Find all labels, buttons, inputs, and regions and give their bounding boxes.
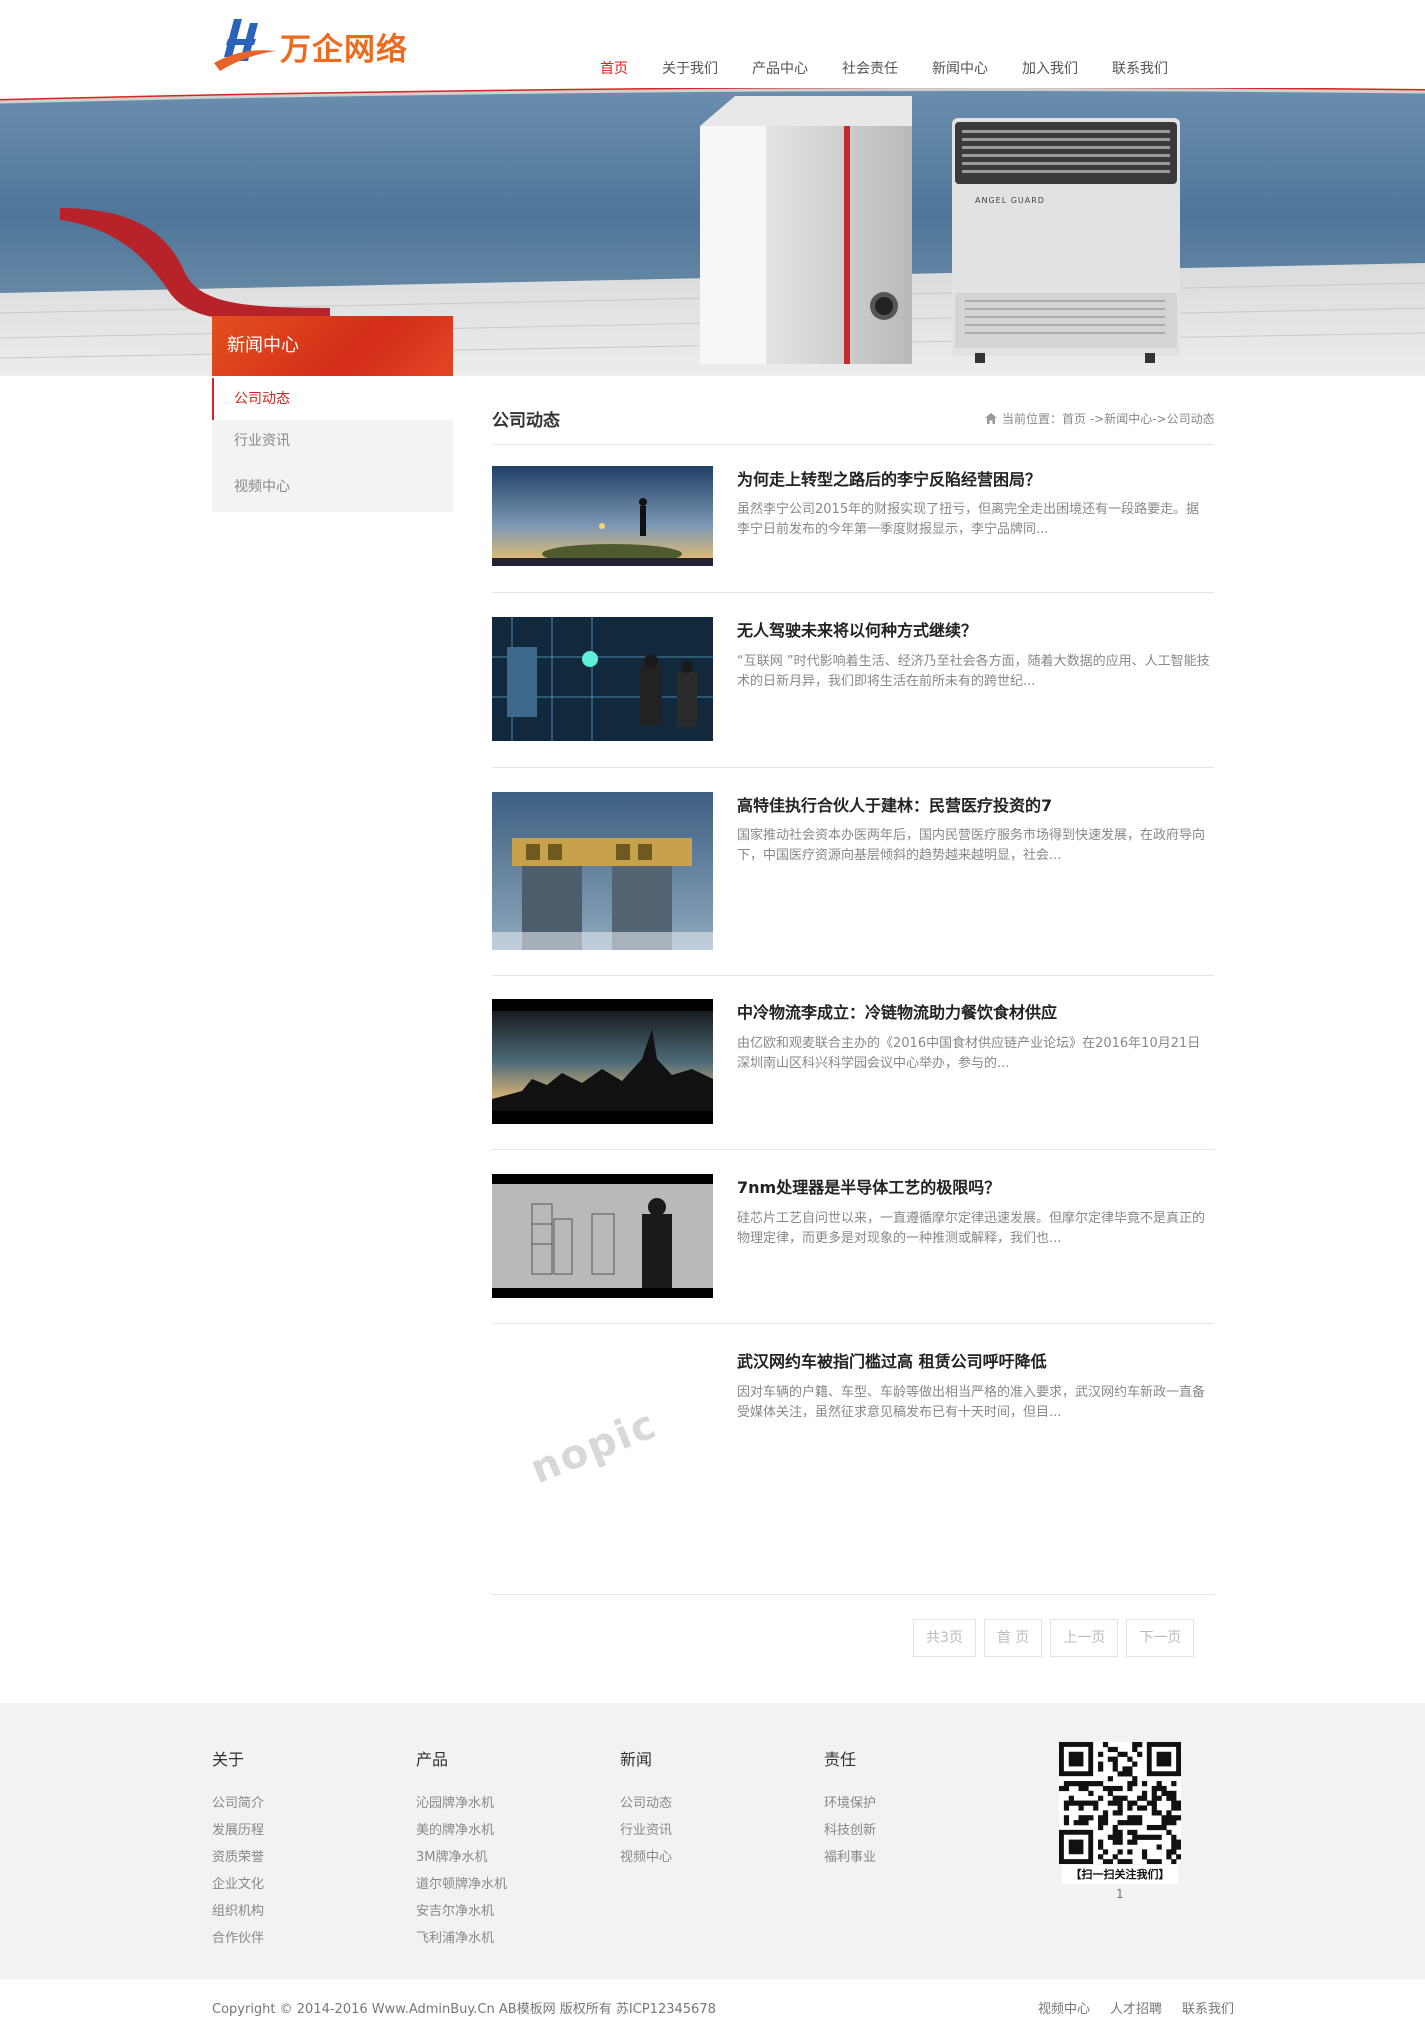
news-image-4 xyxy=(492,999,713,1124)
news-desc-3: 国家推动社会资本办医两年后，国内民营医疗服务市场得到快速发展，在政府导向下，中国… xyxy=(737,828,1206,863)
nav-item-products[interactable]: 产品中心 xyxy=(752,58,808,78)
footer-heading: 责任 xyxy=(824,1750,857,1769)
footer-link[interactable]: 行业资讯 xyxy=(620,1817,672,1844)
footer-link[interactable]: 视频中心 xyxy=(620,1844,672,1871)
news-title-2[interactable]: 无人驾驶未来将以何种方式继续？ xyxy=(737,617,977,641)
first-page-button[interactable]: 首 页 xyxy=(983,1619,1043,1657)
footer-link[interactable]: 沁园牌净水机 xyxy=(416,1790,507,1817)
news-thumb-4[interactable] xyxy=(492,999,713,1124)
divider xyxy=(492,767,1214,768)
banner-brand-text: ANGEL GUARD xyxy=(975,196,1045,205)
page-total: 共3页 xyxy=(913,1619,976,1657)
next-page-button[interactable]: 下一页 xyxy=(1126,1619,1195,1657)
news-title-4[interactable]: 中冷物流李成立：冷链物流助力餐饮食材供应 xyxy=(737,999,1057,1023)
footer-link[interactable]: 发展历程 xyxy=(212,1817,264,1844)
bottom-link-video[interactable]: 视频中心 xyxy=(1038,1998,1090,2017)
footer-heading: 关于 xyxy=(212,1750,245,1769)
footer-link[interactable]: 合作伙伴 xyxy=(212,1925,264,1952)
news-thumb-5[interactable] xyxy=(492,1174,713,1298)
nav-item-join[interactable]: 加入我们 xyxy=(1022,58,1078,78)
sidebar-item-video-center[interactable]: 视频中心 xyxy=(212,466,453,512)
sidebar-item-industry-news[interactable]: 行业资讯 xyxy=(212,420,453,466)
divider xyxy=(492,1149,1214,1150)
news-image-5 xyxy=(492,1174,713,1298)
news-image-1 xyxy=(492,466,713,566)
divider xyxy=(492,444,1214,445)
news-desc-4: 由亿欧和观麦联合主办的《2016中国食材供应链产业论坛》在2016年10月21日… xyxy=(737,1036,1201,1071)
nav-item-news[interactable]: 新闻中心 xyxy=(932,58,988,78)
footer-link[interactable]: 道尔顿牌净水机 xyxy=(416,1871,507,1898)
divider xyxy=(492,975,1214,976)
pagination: 共3页 首 页 上一页 下一页 xyxy=(913,1619,1202,1657)
footer-link[interactable]: 公司动态 xyxy=(620,1790,672,1817)
news-title-5[interactable]: 7nm处理器是半导体工艺的极限吗？ xyxy=(737,1174,1000,1198)
news-thumb-2[interactable] xyxy=(492,617,713,741)
news-desc-5: 硅芯片工艺自问世以来，一直遵循摩尔定律迅速发展。但摩尔定律毕竟不是真正的物理定律… xyxy=(737,1211,1206,1246)
bottom-link-contact[interactable]: 联系我们 xyxy=(1182,1998,1234,2017)
divider xyxy=(492,1594,1214,1595)
footer-link[interactable]: 安吉尔净水机 xyxy=(416,1898,507,1925)
bottom-link-jobs[interactable]: 人才招聘 xyxy=(1110,1998,1162,2017)
footer-link[interactable]: 福利事业 xyxy=(824,1844,876,1871)
footer-link[interactable]: 组织机构 xyxy=(212,1898,264,1925)
footer-link[interactable]: 美的牌净水机 xyxy=(416,1817,507,1844)
nav-item-contact[interactable]: 联系我们 xyxy=(1112,58,1168,78)
bottom-links: 视频中心 人才招聘 联系我们 xyxy=(1018,1998,1234,2017)
footer-heading: 新闻 xyxy=(620,1750,653,1769)
footer-link[interactable]: 公司简介 xyxy=(212,1790,264,1817)
nopic-placeholder: nopic xyxy=(524,1400,664,1494)
news-thumb-3[interactable] xyxy=(492,792,713,950)
news-image-2 xyxy=(492,617,713,741)
nav-item-responsibility[interactable]: 社会责任 xyxy=(842,58,898,78)
divider xyxy=(492,1323,1214,1324)
copyright: Copyright © 2014-2016 Www.AdminBuy.Cn AB… xyxy=(212,2002,716,2017)
logo-text: 万企网络 xyxy=(280,31,408,68)
news-thumb-1[interactable] xyxy=(492,466,713,566)
news-desc-1: 虽然李宁公司2015年的财报实现了扭亏，但离完全走出困境还有一段路要走。据李宁日… xyxy=(737,502,1200,537)
news-title-1[interactable]: 为何走上转型之路后的李宁反陷经营困局？ xyxy=(737,466,1041,490)
sidebar-title: 新闻中心 xyxy=(212,316,453,376)
qr-code xyxy=(1059,1742,1182,1865)
news-image-3 xyxy=(492,792,713,950)
site-logo[interactable]: 万企网络 xyxy=(212,16,422,76)
breadcrumb-text[interactable]: 当前位置：首页 ->新闻中心->公司动态 xyxy=(1002,410,1215,427)
footer-col-products: 产品 沁园牌净水机 美的牌净水机 3M牌净水机 道尔顿牌净水机 安吉尔净水机 飞… xyxy=(416,1746,507,1952)
footer-link[interactable]: 企业文化 xyxy=(212,1871,264,1898)
prev-page-button[interactable]: 上一页 xyxy=(1050,1619,1119,1657)
footer-heading: 产品 xyxy=(416,1750,449,1769)
qr-caption: 【扫一扫关注我们】 xyxy=(1062,1865,1178,1884)
news-desc-6: 因对车辆的户籍、车型、车龄等做出相当严格的准入要求，武汉网约车新政一直备受媒体关… xyxy=(737,1385,1206,1420)
footer-link[interactable]: 飞利浦净水机 xyxy=(416,1925,507,1952)
footer-col-news: 新闻 公司动态 行业资讯 视频中心 xyxy=(620,1746,672,1871)
sidebar-menu: 公司动态 行业资讯 视频中心 xyxy=(212,378,453,512)
breadcrumb: 当前位置：首页 ->新闻中心->公司动态 xyxy=(985,410,1215,427)
qr-number: 1 xyxy=(1116,1887,1124,1901)
footer-link[interactable]: 3M牌净水机 xyxy=(416,1844,507,1871)
footer-col-about: 关于 公司简介 发展历程 资质荣誉 企业文化 组织机构 合作伙伴 xyxy=(212,1746,264,1952)
footer-link[interactable]: 资质荣誉 xyxy=(212,1844,264,1871)
sidebar-item-company-news[interactable]: 公司动态 xyxy=(212,378,453,420)
news-title-6[interactable]: 武汉网约车被指门槛过高 租赁公司呼吁降低 xyxy=(737,1348,1047,1372)
footer-link[interactable]: 环境保护 xyxy=(824,1790,876,1817)
nav-item-about[interactable]: 关于我们 xyxy=(662,58,718,78)
nav-item-home[interactable]: 首页 xyxy=(600,58,628,78)
logo-mark-icon xyxy=(214,19,276,71)
footer-link[interactable]: 科技创新 xyxy=(824,1817,876,1844)
qr-code-icon xyxy=(1059,1742,1182,1865)
footer-col-responsibility: 责任 环境保护 科技创新 福利事业 xyxy=(824,1746,876,1871)
home-icon xyxy=(985,413,997,424)
main-nav: 首页 关于我们 产品中心 社会责任 新闻中心 加入我们 联系我们 xyxy=(600,58,1202,78)
page-title: 公司动态 xyxy=(492,411,560,431)
news-title-3[interactable]: 高特佳执行合伙人于建林：民营医疗投资的7 xyxy=(737,792,1052,816)
divider xyxy=(492,592,1214,593)
news-desc-2: “互联网 ”时代影响着生活、经济乃至社会各方面，随着大数据的应用、人工智能技术的… xyxy=(737,654,1210,689)
